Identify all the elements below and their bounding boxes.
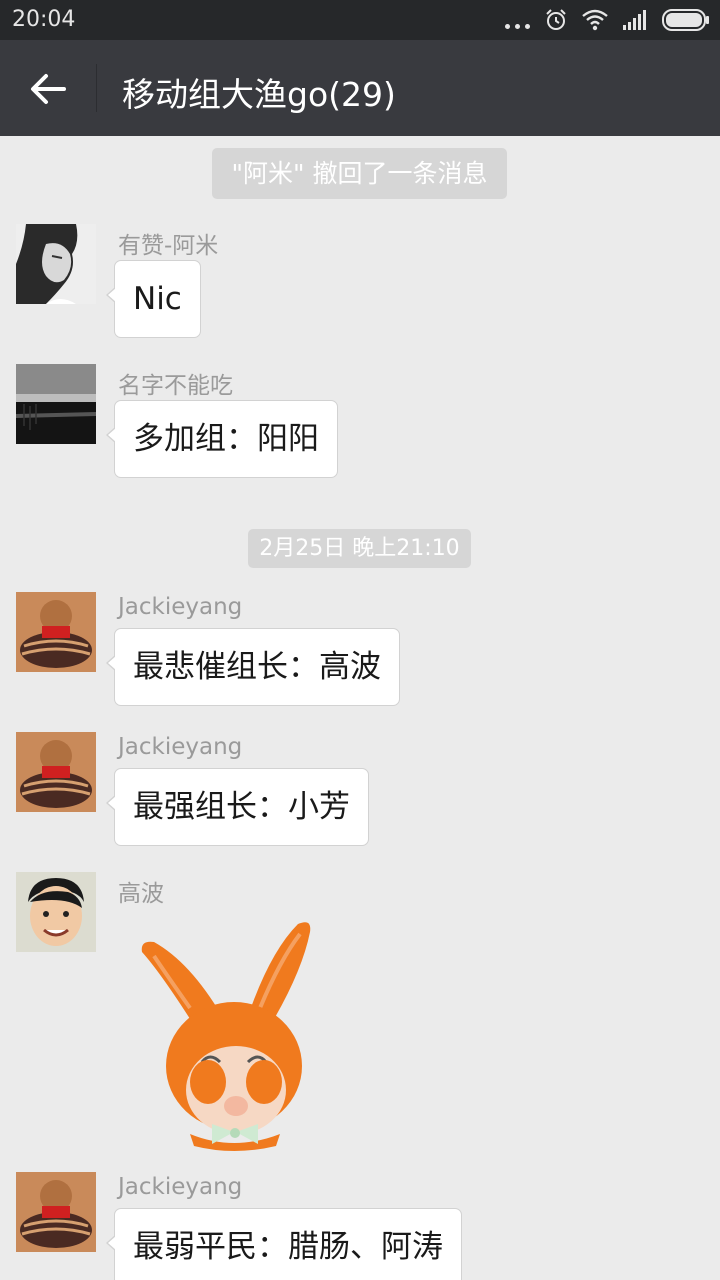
back-button[interactable]	[28, 68, 70, 110]
chat-area[interactable]: "阿米" 撤回了一条消息 有赞-阿米 Nic 名字不能吃 多加组：阳阳 2月25…	[0, 136, 720, 1280]
alarm-icon	[546, 9, 566, 30]
sender-name: 名字不能吃	[118, 373, 233, 399]
avatar[interactable]	[16, 1172, 96, 1252]
avatar[interactable]	[16, 224, 96, 304]
chat-title: 移动组大渔go(29)	[122, 75, 396, 114]
sender-name: Jackieyang	[118, 594, 243, 620]
bunny-hat-sticker-icon	[141, 922, 311, 1151]
message-bubble[interactable]: 最强组长：小芳	[106, 768, 369, 846]
avatar[interactable]	[16, 592, 96, 672]
sticker-image[interactable]	[130, 912, 330, 1152]
chat-header: 移动组大渔go(29)	[0, 40, 720, 136]
avatar[interactable]	[16, 872, 96, 952]
sender-name: 高波	[118, 881, 164, 907]
timestamp-divider: 2月25日 晚上21:10	[248, 529, 471, 568]
more-dots-icon	[505, 8, 530, 32]
signal-icon	[623, 10, 646, 30]
status-icons	[505, 8, 710, 32]
sender-name: 有赞-阿米	[118, 233, 219, 259]
avatar[interactable]	[16, 364, 96, 444]
recall-notice: "阿米" 撤回了一条消息	[212, 148, 507, 199]
message-bubble[interactable]: 最弱平民：腊肠、阿涛	[106, 1208, 462, 1280]
wifi-icon	[582, 9, 608, 31]
sender-name: Jackieyang	[118, 1174, 243, 1200]
status-bar: 20:04	[0, 0, 720, 40]
message-bubble[interactable]: Nic	[106, 260, 201, 338]
sender-name: Jackieyang	[118, 734, 243, 760]
battery-icon	[662, 9, 709, 31]
status-time: 20:04	[12, 7, 76, 32]
back-arrow-icon	[31, 74, 66, 104]
message-bubble[interactable]: 最悲催组长：高波	[106, 628, 400, 706]
header-divider	[96, 64, 97, 112]
message-bubble[interactable]: 多加组：阳阳	[106, 400, 338, 478]
avatar[interactable]	[16, 732, 96, 812]
